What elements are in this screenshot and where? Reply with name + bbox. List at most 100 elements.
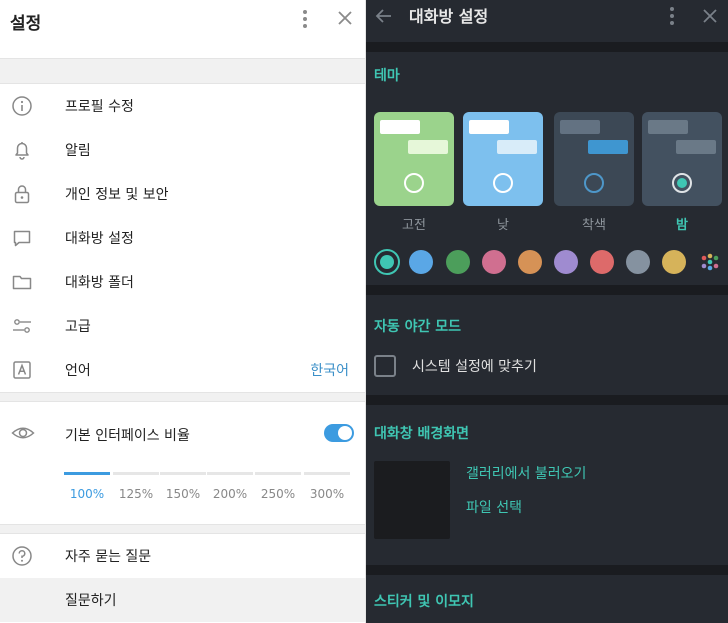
incoming-bubble-preview [380, 120, 420, 134]
stickers-section-title: 스티커 및 이모지 [374, 594, 474, 610]
interface-scale-row[interactable]: 기본 인터페이스 비율 [0, 402, 365, 464]
section-divider [366, 395, 728, 405]
language-icon [13, 361, 31, 379]
scale-steps: 100% 125% 150% 200% 250% 300% [0, 464, 365, 524]
incoming-bubble-preview [469, 120, 509, 134]
section-divider [0, 58, 365, 84]
lock-icon [14, 185, 30, 204]
choose-from-gallery-link[interactable]: 갤러리에서 불러오기 [466, 463, 586, 483]
outgoing-bubble-preview [408, 140, 448, 154]
question-icon [12, 546, 32, 566]
sliders-icon [13, 319, 31, 333]
section-divider [366, 285, 728, 295]
scale-option-bar [113, 472, 159, 475]
night-mode-section: 자동 야간 모드 시스템 설정에 맞추기 [366, 295, 728, 395]
settings-panel: 설정 프로필 수정 알림 개인 정보 및 보안 대화방 설정 대화방 폴더 고급… [0, 0, 366, 623]
theme-section-title: 테마 [374, 68, 400, 84]
interface-scale-toggle[interactable] [324, 424, 354, 442]
scale-option-bar [304, 472, 350, 475]
system-settings-checkbox-label[interactable]: 시스템 설정에 맞추기 [412, 356, 537, 376]
scale-option-bar [160, 472, 206, 475]
menu-item-profile[interactable]: 프로필 수정 [0, 84, 365, 128]
accent-color-swatch[interactable] [590, 250, 614, 274]
bell-icon [15, 142, 29, 160]
outgoing-bubble-preview [588, 140, 628, 154]
theme-section: 테마 고전 낮 착색 밤 [366, 52, 728, 285]
scale-option[interactable]: 100% [64, 472, 110, 501]
more-options-icon[interactable] [297, 6, 313, 32]
outgoing-bubble-preview [497, 140, 537, 154]
custom-color-icon[interactable] [698, 250, 722, 274]
scale-option[interactable]: 300% [304, 472, 350, 501]
menu-item-label: 자주 묻는 질문 [65, 549, 152, 565]
menu-item-privacy[interactable]: 개인 정보 및 보안 [0, 172, 365, 216]
accent-color-swatch[interactable] [446, 250, 470, 274]
scale-option-label: 200% [212, 487, 248, 501]
scale-option[interactable]: 250% [255, 472, 301, 501]
menu-item-label: 개인 정보 및 보안 [65, 187, 169, 203]
scale-option-label: 300% [309, 487, 345, 501]
accent-color-swatch[interactable] [518, 250, 542, 274]
accent-color-swatch[interactable] [482, 250, 506, 274]
theme-label: 고전 [402, 218, 426, 233]
menu-item-label: 질문하기 [65, 593, 117, 609]
close-icon[interactable] [698, 4, 722, 28]
theme-radio[interactable] [584, 173, 604, 193]
menu-item-chat-settings[interactable]: 대화방 설정 [0, 216, 365, 260]
menu-item-notifications[interactable]: 알림 [0, 128, 365, 172]
menu-item-faq[interactable]: 자주 묻는 질문 [0, 534, 365, 578]
theme-radio[interactable] [404, 173, 424, 193]
more-options-icon[interactable] [664, 4, 680, 28]
outgoing-bubble-preview [676, 140, 716, 154]
accent-color-swatch[interactable] [626, 250, 650, 274]
menu-item-language[interactable]: 언어 한국어 [0, 348, 365, 392]
theme-label: 착색 [582, 218, 606, 233]
menu-item-advanced[interactable]: 고급 [0, 304, 365, 348]
menu-item-label: 프로필 수정 [65, 99, 134, 115]
menu-item-ask-question[interactable]: 질문하기 [0, 578, 365, 622]
chat-settings-title: 대화방 설정 [409, 7, 489, 26]
theme-radio[interactable] [493, 173, 513, 193]
close-icon[interactable] [331, 4, 359, 32]
scale-option[interactable]: 200% [207, 472, 253, 501]
scale-option[interactable]: 125% [113, 472, 159, 501]
language-value: 한국어 [310, 363, 349, 379]
choose-file-link[interactable]: 파일 선택 [466, 497, 522, 517]
chat-background-section: 대화창 배경화면 갤러리에서 불러오기 파일 선택 [366, 405, 728, 565]
scale-option-bar [207, 472, 253, 475]
accent-color-swatch[interactable] [554, 250, 578, 274]
theme-label: 밤 [676, 218, 688, 233]
incoming-bubble-preview [560, 120, 600, 134]
theme-card[interactable] [463, 112, 543, 206]
menu-item-label: 언어 [65, 363, 91, 379]
scale-option-bar [255, 472, 301, 475]
back-arrow-icon[interactable] [372, 4, 396, 28]
settings-header: 설정 [0, 0, 365, 42]
scale-option-label: 150% [165, 487, 201, 501]
system-settings-checkbox[interactable] [374, 355, 396, 377]
menu-item-chat-folders[interactable]: 대화방 폴더 [0, 260, 365, 304]
chat-bubble-icon [13, 230, 31, 247]
theme-label: 낮 [497, 218, 509, 233]
chat-background-preview[interactable] [374, 461, 450, 539]
scale-option-label: 250% [260, 487, 296, 501]
accent-color-swatch[interactable] [374, 249, 400, 275]
menu-item-label: 고급 [65, 319, 91, 335]
scale-option[interactable]: 150% [160, 472, 206, 501]
scale-option-label: 100% [69, 487, 105, 501]
section-divider [0, 392, 365, 402]
accent-color-swatch[interactable] [662, 250, 686, 274]
section-divider [366, 42, 728, 52]
accent-color-swatch[interactable] [409, 250, 433, 274]
night-mode-section-title: 자동 야간 모드 [374, 319, 462, 335]
theme-card[interactable] [642, 112, 722, 206]
theme-card[interactable] [554, 112, 634, 206]
theme-radio[interactable] [672, 173, 692, 193]
theme-card[interactable] [374, 112, 454, 206]
menu-item-label: 알림 [65, 143, 91, 159]
stickers-section: 스티커 및 이모지 [366, 575, 728, 623]
eye-icon [11, 427, 35, 439]
menu-item-label: 대화방 폴더 [65, 275, 134, 291]
settings-title: 설정 [10, 13, 42, 34]
section-divider [366, 565, 728, 575]
